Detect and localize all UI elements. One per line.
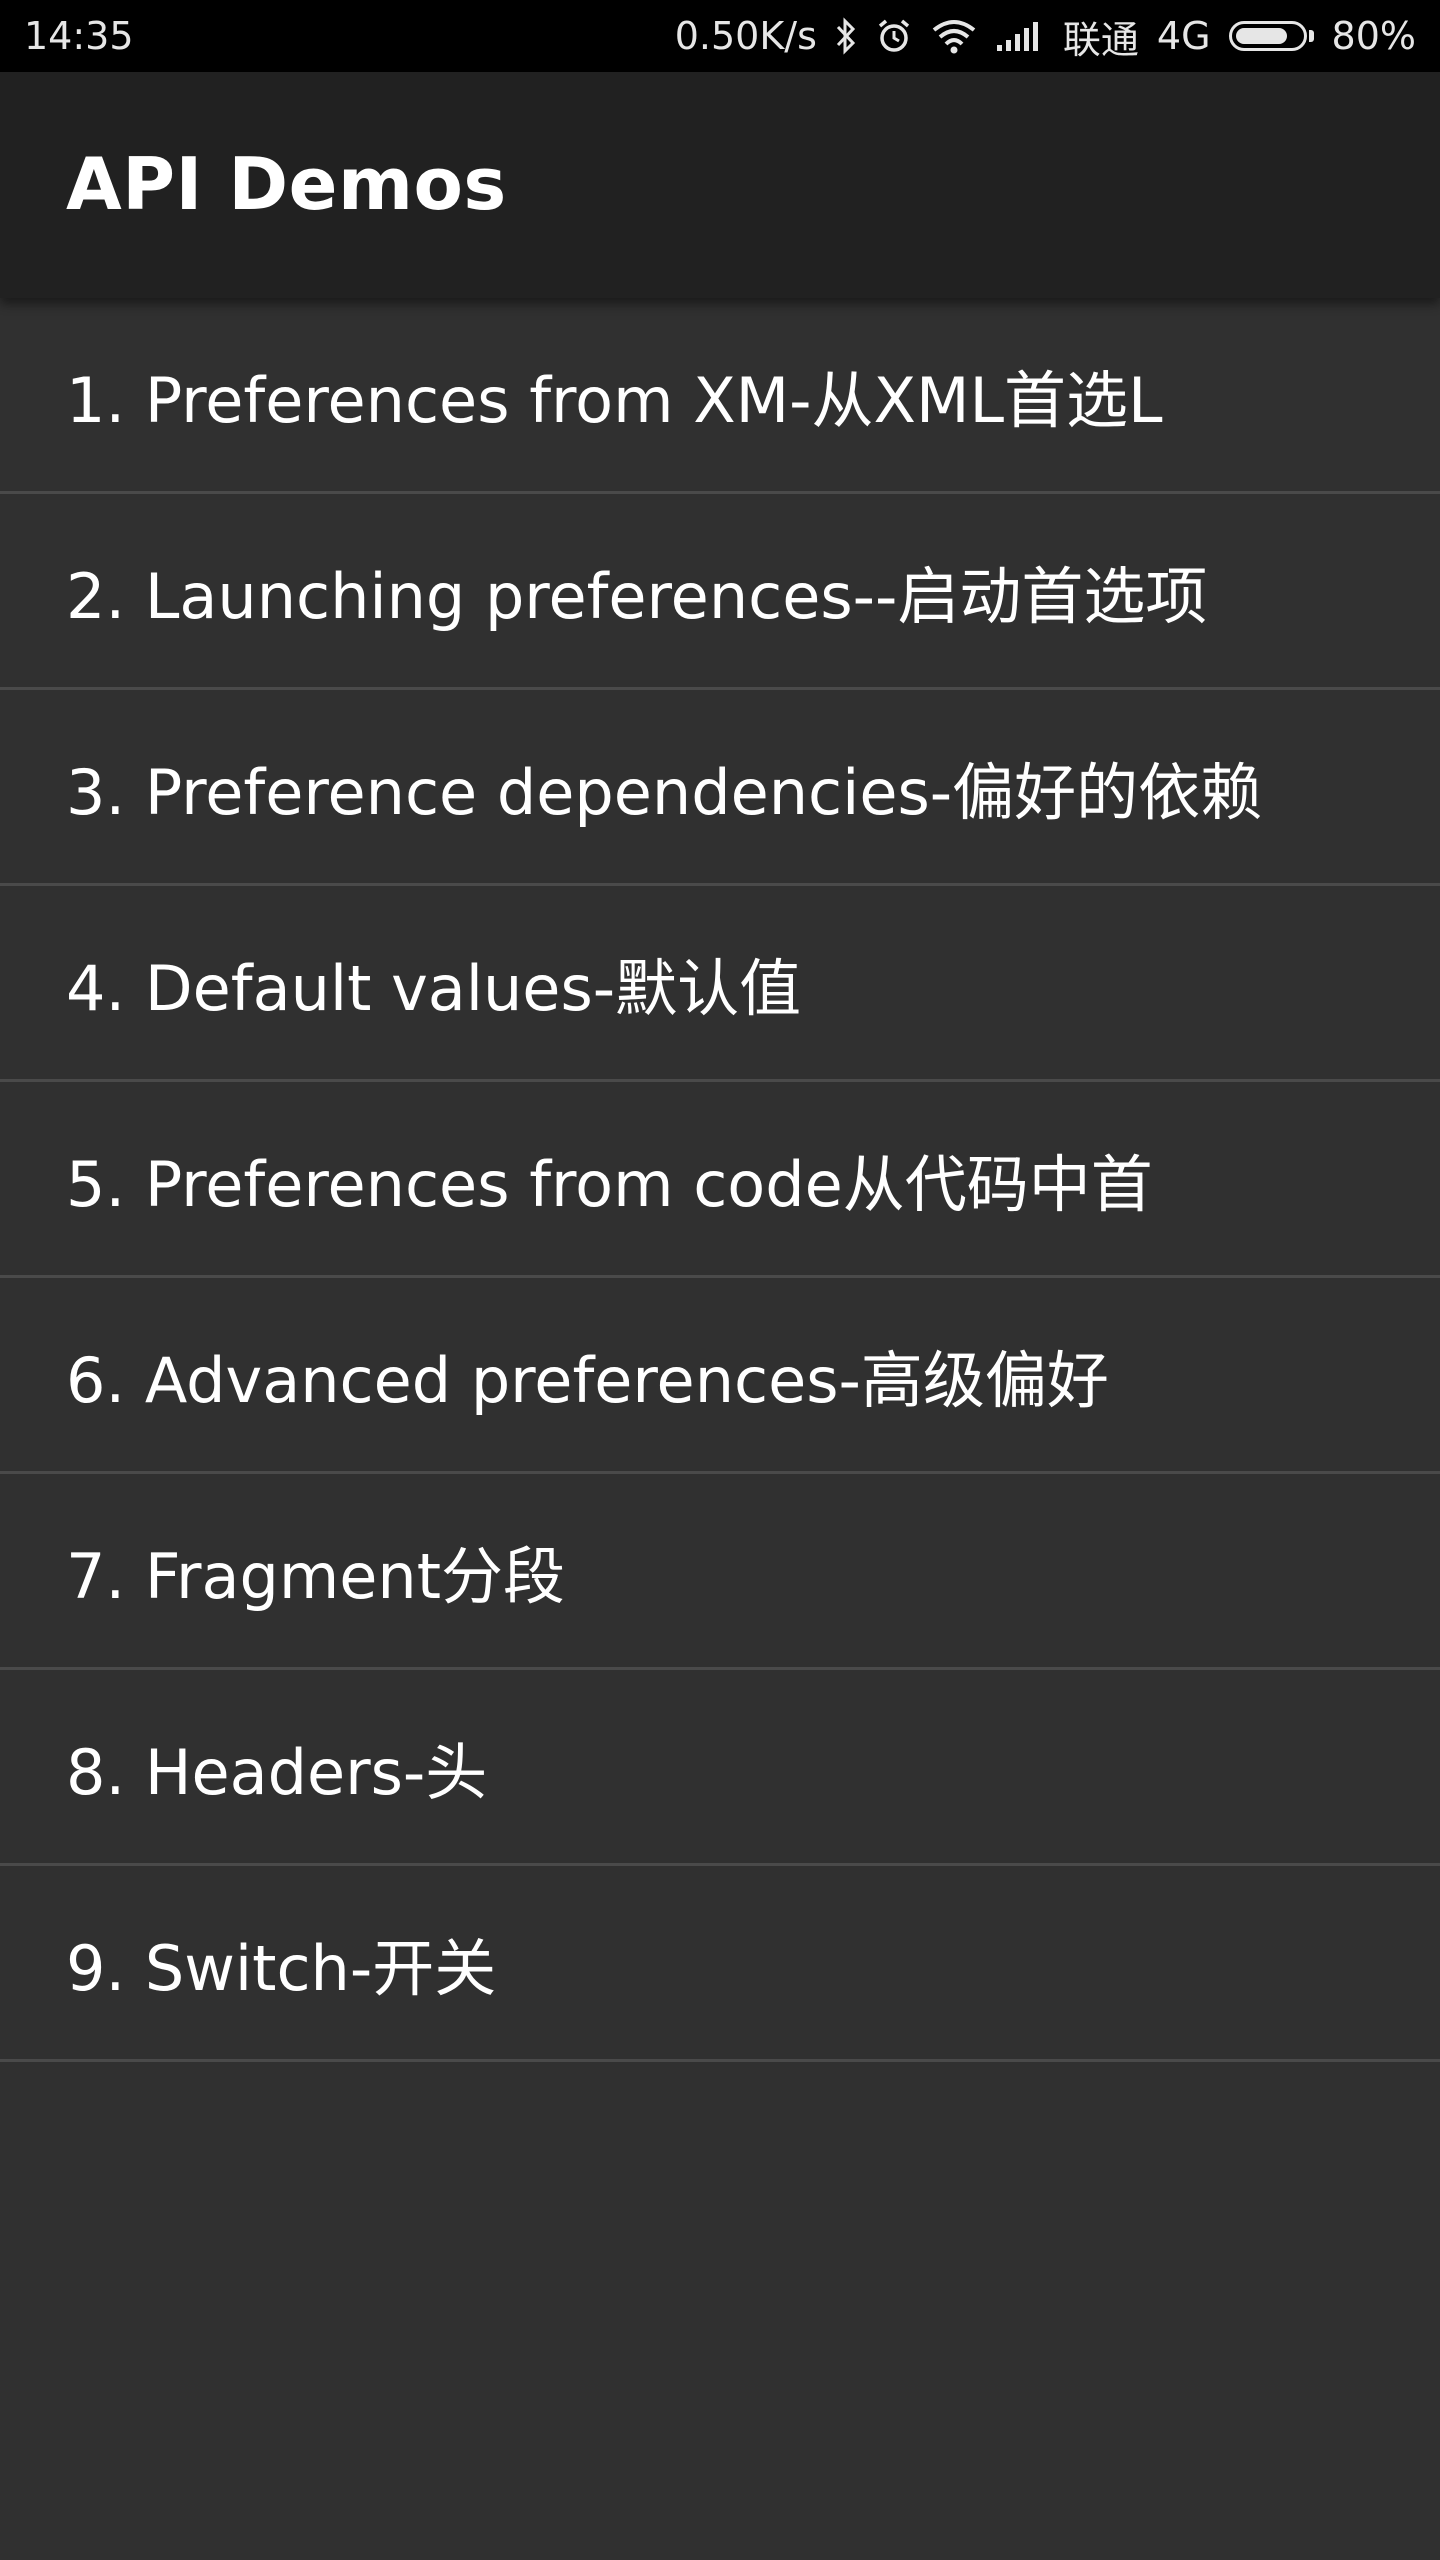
list-item-label: 2. Launching preferences--启动首选项 [66,559,1208,633]
app-bar: API Demos [0,72,1440,298]
status-bar: 14:35 0.50K/s 联通 4G 80% [0,0,1440,72]
list-item-label: 9. Switch-开关 [66,1931,497,2005]
list-item[interactable]: 6. Advanced preferences-高级偏好 [0,1278,1440,1474]
list-item[interactable]: 5. Preferences from code从代码中首 [0,1082,1440,1278]
list-item[interactable]: 3. Preference dependencies-偏好的依赖 [0,690,1440,886]
list-item[interactable]: 2. Launching preferences--启动首选项 [0,494,1440,690]
wifi-icon [931,17,977,55]
list-item[interactable]: 4. Default values-默认值 [0,886,1440,1082]
network-type: 4G [1156,14,1211,58]
list-item[interactable]: 8. Headers-头 [0,1670,1440,1866]
battery-percent: 80% [1331,14,1416,58]
battery-icon [1228,21,1314,51]
page-title: API Demos [66,142,507,226]
list-item[interactable]: 1. Preferences from XM-从XML首选L [0,298,1440,494]
list-item-label: 5. Preferences from code从代码中首 [66,1147,1153,1221]
status-time: 14:35 [24,14,134,58]
list-item-label: 8. Headers-头 [66,1735,488,1809]
list-item-label: 1. Preferences from XM-从XML首选L [66,363,1163,437]
list-item[interactable]: 7. Fragment分段 [0,1474,1440,1670]
network-speed: 0.50K/s [674,14,817,58]
list-item-label: 6. Advanced preferences-高级偏好 [66,1343,1109,1417]
preferences-list: 1. Preferences from XM-从XML首选L 2. Launch… [0,298,1440,2062]
battery-fill [1235,28,1287,44]
list-item-label: 7. Fragment分段 [66,1539,565,1613]
status-icons: 0.50K/s 联通 4G 80% [675,9,1416,64]
carrier-name: 联通 [1062,17,1139,62]
bluetooth-icon [835,17,857,55]
list-item-label: 4. Default values-默认值 [66,951,802,1025]
list-item-label: 3. Preference dependencies-偏好的依赖 [66,755,1263,829]
signal-icon [995,17,1045,55]
alarm-icon [875,17,913,55]
list-item[interactable]: 9. Switch-开关 [0,1866,1440,2062]
